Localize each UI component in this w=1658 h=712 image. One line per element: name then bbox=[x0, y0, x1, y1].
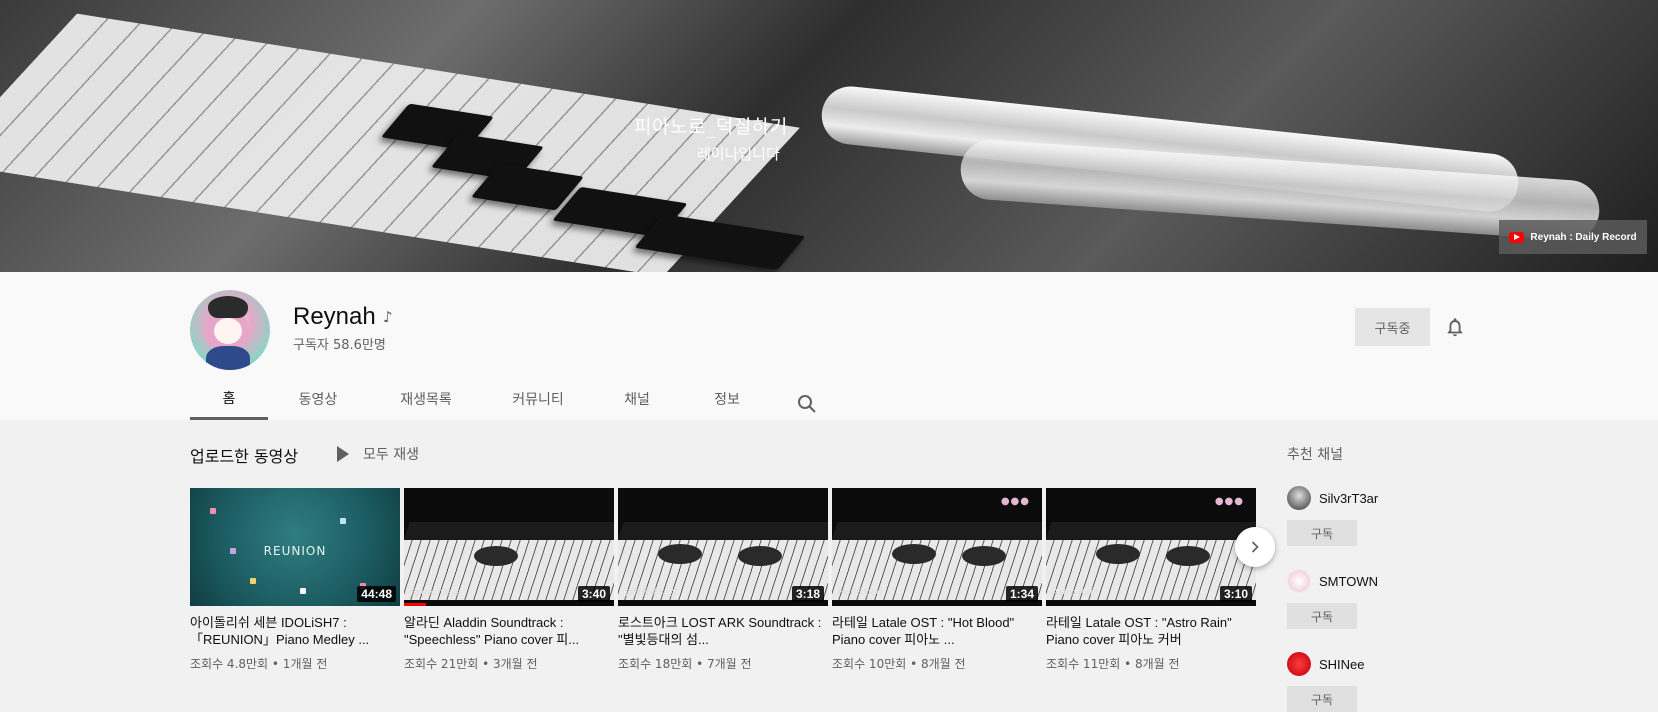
play-icon bbox=[337, 446, 349, 462]
video-title[interactable]: 로스트아크 LOST ARK Soundtrack : "별빛등대의 섬... bbox=[618, 614, 828, 648]
video-title[interactable]: 라테일 Latale OST : "Astro Rain" Piano cove… bbox=[1046, 614, 1256, 648]
video-card[interactable]: REUNION 44:48 아이돌리쉬 세븐 IDOLiSH7 : 「REUNI… bbox=[190, 488, 400, 672]
chevron-right-icon bbox=[1251, 541, 1259, 553]
bell-icon[interactable] bbox=[1444, 316, 1466, 338]
video-title[interactable]: 알라딘 Aladdin Soundtrack : "Speechless" Pi… bbox=[404, 614, 614, 648]
video-card[interactable]: Speechless 3:40 알라딘 Aladdin Soundtrack :… bbox=[404, 488, 614, 672]
avatar-hat-art bbox=[208, 296, 248, 318]
hand-art bbox=[892, 544, 936, 564]
video-duration: 3:18 bbox=[791, 586, 824, 602]
banner-link-label: Reynah : Daily Record bbox=[1530, 231, 1637, 243]
subscribe-button[interactable]: 구독 bbox=[1287, 520, 1357, 546]
channel-banner: 피아노로_덕질하기 레이나입니다 Reynah : Daily Record bbox=[0, 0, 1658, 272]
thumbnail-text: REUNION bbox=[263, 544, 327, 558]
featured-channel: Silv3rT3ar 구독 bbox=[1287, 486, 1487, 546]
avatar-body-art bbox=[206, 346, 250, 370]
video-shelf: REUNION 44:48 아이돌리쉬 세븐 IDOLiSH7 : 「REUNI… bbox=[190, 488, 1256, 698]
tab-videos[interactable]: 동영상 bbox=[268, 378, 368, 420]
video-meta: 조회수 18만회 • 7개월 전 bbox=[618, 657, 752, 671]
channel-avatar[interactable] bbox=[1287, 652, 1311, 676]
video-duration: 3:40 bbox=[577, 586, 610, 602]
subscriber-count: 구독자 58.6만명 bbox=[293, 338, 386, 353]
featured-channel-name[interactable]: Silv3rT3ar bbox=[1319, 491, 1378, 506]
music-note-icon: ♪ bbox=[383, 308, 393, 326]
tab-channels[interactable]: 채널 bbox=[592, 378, 682, 420]
shelf-next-button[interactable] bbox=[1235, 527, 1275, 567]
hand-art bbox=[658, 544, 702, 564]
tab-community[interactable]: 커뮤니티 bbox=[484, 378, 592, 420]
character-icons-art: ●●● bbox=[1000, 496, 1030, 507]
confetti-art bbox=[210, 508, 216, 514]
tab-search[interactable] bbox=[772, 378, 842, 420]
character-icons-art: ●●● bbox=[1214, 496, 1244, 507]
subscribed-button[interactable]: 구독중 bbox=[1355, 308, 1430, 346]
thumbnail-text: Hot Blood bbox=[838, 588, 883, 598]
search-icon bbox=[798, 394, 816, 413]
confetti-art bbox=[250, 578, 256, 584]
banner-channel-link[interactable]: Reynah : Daily Record bbox=[1499, 220, 1647, 254]
channel-name: Reynah bbox=[293, 303, 376, 330]
avatar-face-art bbox=[214, 318, 242, 344]
tab-about[interactable]: 정보 bbox=[682, 378, 772, 420]
video-meta: 조회수 21만회 • 3개월 전 bbox=[404, 657, 538, 671]
video-thumbnail[interactable]: REUNION 44:48 bbox=[190, 488, 400, 606]
featured-channel: SMTOWN 구독 bbox=[1287, 569, 1487, 629]
subscribe-button[interactable]: 구독 bbox=[1287, 686, 1357, 712]
video-duration: 1:34 bbox=[1005, 586, 1038, 602]
confetti-art bbox=[340, 518, 346, 524]
thumbnail-text: 별빛등대의 섬 bbox=[624, 588, 677, 598]
video-thumbnail[interactable]: ●●● Hot Blood 1:34 bbox=[832, 488, 1042, 606]
featured-channel-name[interactable]: SHINee bbox=[1319, 657, 1365, 672]
hand-art bbox=[1166, 546, 1210, 566]
video-thumbnail[interactable]: Speechless 3:40 bbox=[404, 488, 614, 606]
video-card[interactable]: 별빛등대의 섬 3:18 로스트아크 LOST ARK Soundtrack :… bbox=[618, 488, 828, 672]
thumbnail-text: Speechless bbox=[410, 588, 461, 598]
tab-home[interactable]: 홈 bbox=[190, 378, 268, 420]
video-meta: 조회수 4.8만회 • 1개월 전 bbox=[190, 657, 328, 671]
video-meta: 조회수 10만회 • 8개월 전 bbox=[832, 657, 966, 671]
video-title[interactable]: 라테일 Latale OST : "Hot Blood" Piano cover… bbox=[832, 614, 1042, 648]
hand-art bbox=[738, 546, 782, 566]
youtube-logo-icon bbox=[1509, 231, 1525, 243]
banner-subtitle: 레이나입니다 bbox=[697, 145, 780, 163]
watch-progress-bar bbox=[404, 603, 426, 606]
featured-channel: SHINee 구독 bbox=[1287, 652, 1487, 712]
uploads-section-title[interactable]: 업로드한 동영상 bbox=[190, 443, 298, 467]
banner-title: 피아노로_덕질하기 bbox=[634, 116, 788, 138]
video-card[interactable]: ●●● Hot Blood 1:34 라테일 Latale OST : "Hot… bbox=[832, 488, 1042, 672]
video-duration: 44:48 bbox=[357, 586, 396, 602]
video-thumbnail[interactable]: ●●● Astro Rain 3:10 bbox=[1046, 488, 1256, 606]
hand-art bbox=[962, 546, 1006, 566]
channel-avatar[interactable] bbox=[190, 290, 270, 370]
video-title[interactable]: 아이돌리쉬 세븐 IDOLiSH7 : 「REUNION」Piano Medle… bbox=[190, 614, 400, 648]
video-meta: 조회수 11만회 • 8개월 전 bbox=[1046, 657, 1180, 671]
featured-channels-title: 추천 채널 bbox=[1287, 447, 1343, 463]
confetti-art bbox=[300, 588, 306, 594]
play-all-button[interactable]: 모두 재생 bbox=[337, 444, 419, 464]
channel-avatar[interactable] bbox=[1287, 569, 1311, 593]
video-duration: 3:10 bbox=[1219, 586, 1252, 602]
hand-art bbox=[474, 546, 518, 566]
tab-playlists[interactable]: 재생목록 bbox=[368, 378, 484, 420]
featured-channel-name[interactable]: SMTOWN bbox=[1319, 574, 1378, 589]
video-card[interactable]: ●●● Astro Rain 3:10 라테일 Latale OST : "As… bbox=[1046, 488, 1256, 672]
play-all-label: 모두 재생 bbox=[363, 447, 419, 463]
hand-art bbox=[1096, 544, 1140, 564]
channel-avatar[interactable] bbox=[1287, 486, 1311, 510]
channel-tabs: 홈 동영상 재생목록 커뮤니티 채널 정보 bbox=[190, 378, 842, 420]
thumbnail-text: Astro Rain bbox=[1052, 588, 1099, 598]
subscribe-button[interactable]: 구독 bbox=[1287, 603, 1357, 629]
video-thumbnail[interactable]: 별빛등대의 섬 3:18 bbox=[618, 488, 828, 606]
